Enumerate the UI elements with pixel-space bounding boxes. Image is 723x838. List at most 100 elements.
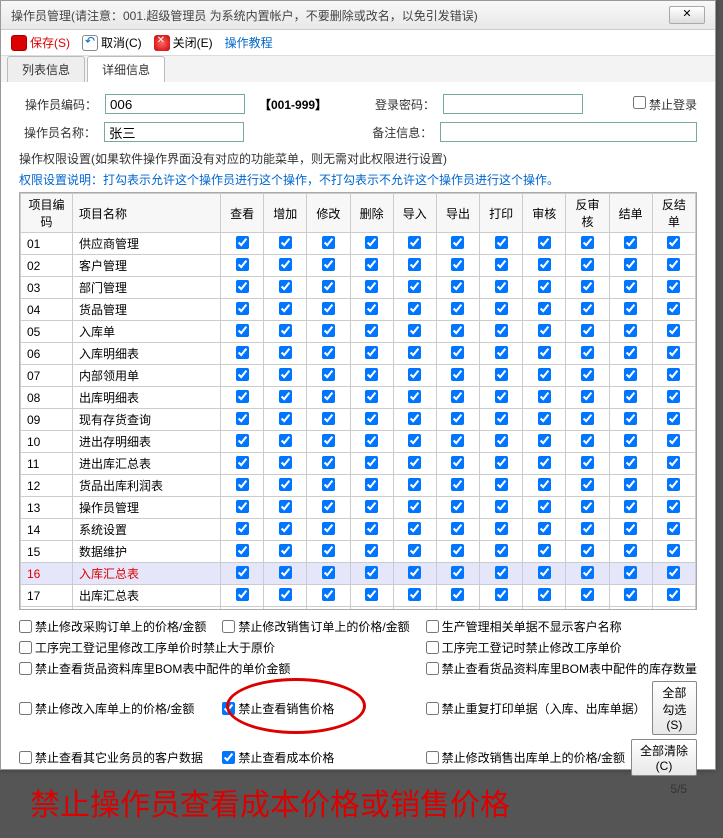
perm-checkbox[interactable] — [408, 478, 421, 491]
perm-checkbox[interactable] — [538, 610, 551, 611]
opt-2[interactable] — [222, 620, 235, 633]
perm-checkbox[interactable] — [322, 588, 335, 601]
perm-checkbox[interactable] — [581, 434, 594, 447]
perm-checkbox[interactable] — [236, 588, 249, 601]
close-button[interactable]: 关闭(E) — [154, 34, 213, 51]
perm-checkbox[interactable] — [451, 258, 464, 271]
perm-checkbox[interactable] — [279, 610, 292, 611]
perm-checkbox[interactable] — [538, 236, 551, 249]
perm-checkbox[interactable] — [581, 522, 594, 535]
perm-checkbox[interactable] — [322, 236, 335, 249]
perm-checkbox[interactable] — [624, 236, 637, 249]
perm-checkbox[interactable] — [495, 236, 508, 249]
perm-checkbox[interactable] — [667, 434, 680, 447]
perm-checkbox[interactable] — [365, 434, 378, 447]
perm-checkbox[interactable] — [236, 544, 249, 557]
perm-checkbox[interactable] — [624, 588, 637, 601]
perm-checkbox[interactable] — [581, 456, 594, 469]
perm-checkbox[interactable] — [451, 390, 464, 403]
perm-checkbox[interactable] — [322, 456, 335, 469]
perm-checkbox[interactable] — [365, 258, 378, 271]
perm-checkbox[interactable] — [365, 412, 378, 425]
perm-checkbox[interactable] — [624, 324, 637, 337]
table-row[interactable]: 08出库明细表 — [21, 387, 696, 409]
perm-checkbox[interactable] — [408, 588, 421, 601]
perm-checkbox[interactable] — [495, 368, 508, 381]
perm-checkbox[interactable] — [279, 544, 292, 557]
perm-checkbox[interactable] — [495, 434, 508, 447]
perm-checkbox[interactable] — [495, 412, 508, 425]
perm-checkbox[interactable] — [322, 302, 335, 315]
perm-checkbox[interactable] — [408, 258, 421, 271]
perm-checkbox[interactable] — [322, 610, 335, 611]
perm-checkbox[interactable] — [365, 324, 378, 337]
perm-checkbox[interactable] — [408, 236, 421, 249]
perm-checkbox[interactable] — [451, 544, 464, 557]
perm-checkbox[interactable] — [322, 478, 335, 491]
perm-checkbox[interactable] — [236, 258, 249, 271]
perm-checkbox[interactable] — [495, 478, 508, 491]
perm-checkbox[interactable] — [322, 280, 335, 293]
perm-checkbox[interactable] — [365, 522, 378, 535]
perm-checkbox[interactable] — [538, 412, 551, 425]
opt-3[interactable] — [426, 620, 439, 633]
perm-checkbox[interactable] — [667, 346, 680, 359]
perm-checkbox[interactable] — [581, 610, 594, 611]
perm-checkbox[interactable] — [624, 434, 637, 447]
table-row[interactable]: 07内部领用单 — [21, 365, 696, 387]
perm-checkbox[interactable] — [279, 236, 292, 249]
perm-checkbox[interactable] — [279, 434, 292, 447]
perm-checkbox[interactable] — [495, 456, 508, 469]
perm-checkbox[interactable] — [667, 236, 680, 249]
perm-checkbox[interactable] — [624, 478, 637, 491]
perm-checkbox[interactable] — [451, 588, 464, 601]
perm-checkbox[interactable] — [581, 390, 594, 403]
perm-checkbox[interactable] — [322, 324, 335, 337]
perm-checkbox[interactable] — [624, 610, 637, 611]
perm-checkbox[interactable] — [365, 566, 378, 579]
perm-checkbox[interactable] — [451, 412, 464, 425]
table-row[interactable]: 12货品出库利润表 — [21, 475, 696, 497]
table-row[interactable]: 15数据维护 — [21, 541, 696, 563]
perm-checkbox[interactable] — [279, 588, 292, 601]
perm-checkbox[interactable] — [451, 236, 464, 249]
perm-checkbox[interactable] — [495, 500, 508, 513]
save-button[interactable]: 保存(S) — [11, 34, 70, 51]
perm-checkbox[interactable] — [365, 500, 378, 513]
perm-checkbox[interactable] — [408, 346, 421, 359]
perm-checkbox[interactable] — [495, 258, 508, 271]
tutorial-link[interactable]: 操作教程 — [225, 34, 273, 51]
perm-checkbox[interactable] — [408, 456, 421, 469]
perm-checkbox[interactable] — [624, 368, 637, 381]
perm-checkbox[interactable] — [451, 324, 464, 337]
perm-checkbox[interactable] — [624, 258, 637, 271]
perm-checkbox[interactable] — [581, 588, 594, 601]
tab-detail[interactable]: 详细信息 — [87, 56, 165, 82]
perm-checkbox[interactable] — [624, 412, 637, 425]
opt-8[interactable] — [19, 702, 32, 715]
perm-checkbox[interactable] — [624, 302, 637, 315]
name-input[interactable] — [104, 122, 244, 142]
perm-checkbox[interactable] — [236, 566, 249, 579]
perm-checkbox[interactable] — [495, 280, 508, 293]
perm-checkbox[interactable] — [236, 390, 249, 403]
memo-input[interactable] — [440, 122, 697, 142]
perm-checkbox[interactable] — [322, 500, 335, 513]
perm-checkbox[interactable] — [408, 280, 421, 293]
perm-checkbox[interactable] — [322, 390, 335, 403]
perm-checkbox[interactable] — [408, 368, 421, 381]
perm-checkbox[interactable] — [322, 544, 335, 557]
perm-checkbox[interactable] — [667, 412, 680, 425]
perm-checkbox[interactable] — [451, 478, 464, 491]
perm-checkbox[interactable] — [581, 566, 594, 579]
perm-checkbox[interactable] — [279, 368, 292, 381]
opt-11[interactable] — [19, 751, 32, 764]
opt-7[interactable] — [426, 662, 439, 675]
perm-checkbox[interactable] — [408, 544, 421, 557]
perm-checkbox[interactable] — [451, 522, 464, 535]
perm-checkbox[interactable] — [236, 522, 249, 535]
perm-checkbox[interactable] — [667, 390, 680, 403]
perm-checkbox[interactable] — [451, 280, 464, 293]
perm-checkbox[interactable] — [667, 368, 680, 381]
perm-checkbox[interactable] — [624, 346, 637, 359]
